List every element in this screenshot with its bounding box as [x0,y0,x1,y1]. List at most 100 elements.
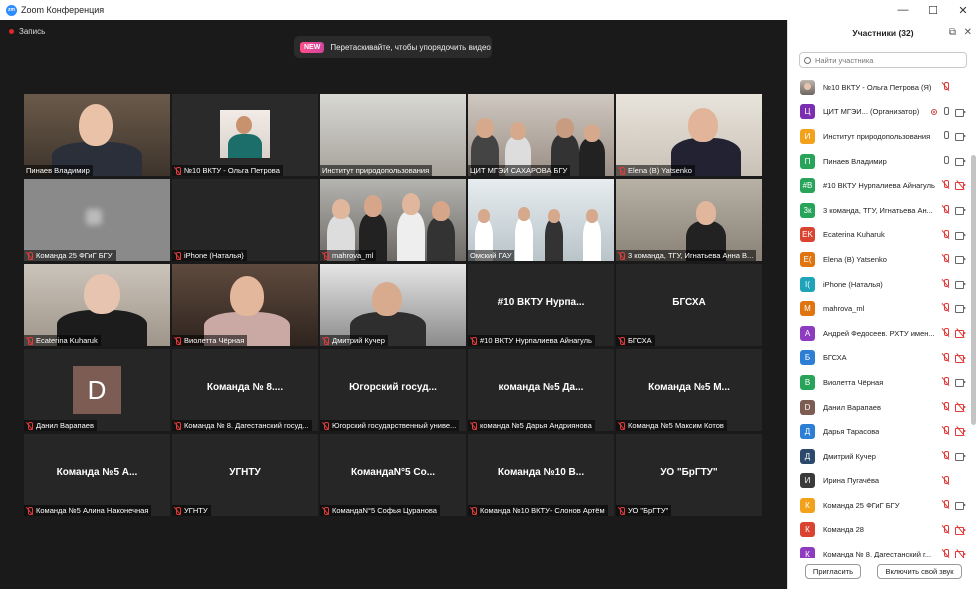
mic-muted-icon[interactable] [942,229,950,240]
video-tile[interactable]: Команда № 8.... Команда № 8. Дагестанский… [172,349,318,431]
mic-muted-icon[interactable] [942,82,950,92]
mic-muted-icon[interactable] [942,426,950,436]
participant-row[interactable]: I(iPhone (Наталья) [788,272,970,297]
video-tile[interactable]: mahrova_ml [320,179,466,261]
participant-row[interactable]: Mmahrova_ml [788,296,970,321]
participant-status-icons [942,475,966,486]
video-tile[interactable]: 3 команда, ТГУ, Игнатьева Анна В... [616,179,762,261]
video-tile[interactable]: УО "БрГТУ" УО "БрГТУ" [616,434,762,516]
video-tile[interactable]: Команда №5 М... Команда №5 Максим Котов [616,349,762,431]
popout-icon[interactable]: ⧉ [949,27,956,38]
camera-icon[interactable] [955,108,966,117]
mic-muted-icon[interactable] [942,327,950,338]
video-tile[interactable]: Омский ГАУ [468,179,614,261]
mic-muted-icon[interactable] [942,377,950,387]
camera-off-icon[interactable] [955,524,966,535]
video-tile[interactable]: Дмитрий Кучер [320,264,466,346]
mic-muted-icon[interactable] [942,500,950,510]
video-tile[interactable]: команда №5 Да... команда №5 Дарья Андриян… [468,349,614,431]
camera-icon[interactable] [955,501,966,511]
video-tile[interactable]: Ecaterina Kuharuk [24,264,170,346]
video-tile[interactable]: #10 ВКТУ Нурпа... #10 ВКТУ Нурпалиева Айн… [468,264,614,346]
participant-row[interactable]: 3к 3 команда, ТГУ, Игнатьева Ан... [788,198,970,223]
mic-muted-icon[interactable] [942,180,950,190]
close-icon[interactable]: ✕ [964,27,972,38]
mic-icon[interactable] [942,106,950,117]
mic-muted-icon[interactable] [942,278,950,289]
participant-row[interactable]: К Команда 28 [788,518,970,543]
camera-off-icon[interactable] [955,328,966,338]
participant-row[interactable]: Ц ЦИТ МГЭИ... (Организатор) [788,100,970,125]
camera-off-icon[interactable] [955,401,966,412]
video-tile[interactable]: iPhone (Наталья) [172,179,318,261]
mic-muted-icon[interactable] [942,254,950,264]
video-tile[interactable]: Elena (B) Yatsenko [616,94,762,176]
camera-icon[interactable] [955,132,966,142]
camera-icon[interactable] [955,206,966,215]
video-tile[interactable]: D Данил Варапаев [24,349,170,431]
camera-icon[interactable] [955,378,966,388]
participant-row[interactable]: И Институт природопользования [788,124,970,149]
participant-row[interactable]: Д Дарья Тарасова [788,419,970,444]
scrollbar-thumb[interactable] [971,155,976,425]
participant-row[interactable]: А Андрей Федосеев. РХТУ имен... [788,321,970,346]
video-tile[interactable]: БГСХА БГСХА [616,264,762,346]
mic-muted-icon [174,166,181,175]
tile-name-label: Дмитрий Кучер [320,335,388,346]
recording-indicator[interactable]: Запись [9,27,45,36]
video-tile[interactable]: Югорский госуд... Югорский государственны… [320,349,466,431]
participant-status-icons [942,500,966,511]
participant-status-icons [942,82,966,92]
tile-name-text: Elena (B) Yatsenko [628,166,692,175]
participant-row[interactable]: В Виолетта Чёрная [788,370,970,395]
participant-row[interactable]: Д Дмитрий Кучер [788,444,970,469]
unmute-self-button[interactable]: Включить свой звук [877,564,962,579]
participant-row[interactable]: К Команда 25 ФГиГ БГУ [788,493,970,518]
close-window-button[interactable]: ✕ [948,0,978,20]
camera-icon[interactable] [955,157,966,166]
mic-muted-icon[interactable] [942,475,950,486]
mic-muted-icon[interactable] [942,204,950,215]
participant-avatar: Д [800,424,815,440]
video-tile[interactable]: УГНТУ УГНТУ [172,434,318,516]
mic-icon[interactable] [942,155,950,166]
mic-muted-icon[interactable] [942,352,950,363]
mic-muted-icon[interactable] [942,303,950,313]
video-tile[interactable]: Институт природопользования [320,94,466,176]
participant-scrollbar[interactable] [971,75,976,558]
video-tile[interactable]: ЦИТ МГЭИ САХАРОВА БГУ [468,94,614,176]
camera-icon[interactable] [955,452,966,461]
camera-icon[interactable] [955,280,966,289]
mic-muted-icon[interactable] [942,450,950,461]
participant-row[interactable]: #В #10 ВКТУ Нурпалиева Айнагуль [788,173,970,198]
camera-icon[interactable] [955,231,966,240]
participant-row[interactable]: D Данил Варапаев [788,395,970,420]
video-tile[interactable]: Команда №5 А... Команда №5 Алина Наконечн… [24,434,170,516]
participant-row[interactable]: №10 ВКТУ - Ольга Петрова (Я) [788,75,970,100]
participant-display-name: Команда №5 М... [648,382,730,393]
recording-icon [931,108,937,115]
camera-off-icon[interactable] [955,426,966,437]
camera-off-icon[interactable] [955,180,966,191]
video-tile[interactable]: Виолетта Чёрная [172,264,318,346]
participant-row[interactable]: E(Elena (B) Yatsenko [788,247,970,272]
minimize-button[interactable]: — [888,0,918,20]
mic-icon[interactable] [942,131,950,141]
invite-button[interactable]: Пригласить [805,564,861,579]
camera-icon[interactable] [955,304,966,314]
video-tile[interactable]: Пинаев Владимир [24,94,170,176]
video-tile[interactable]: КомандаN°5 Со... КомандаN°5 Софья Цуранов… [320,434,466,516]
camera-off-icon[interactable] [955,352,966,363]
maximize-button[interactable]: ☐ [918,0,948,20]
camera-icon[interactable] [955,255,966,265]
participant-row[interactable]: И Ирина Пугачёва [788,469,970,494]
participant-row[interactable]: Б БГСХА [788,346,970,371]
search-input[interactable]: Найти участника [799,52,967,68]
video-tile[interactable]: Команда 25 ФГиГ БГУ [24,179,170,261]
mic-muted-icon[interactable] [942,401,950,412]
mic-muted-icon[interactable] [942,524,950,535]
participant-row[interactable]: П Пинаев Владимир [788,149,970,174]
video-tile[interactable]: №10 ВКТУ - Ольга Петрова [172,94,318,176]
video-tile[interactable]: Команда №10 В... Команда №10 ВКТУ- Слонов… [468,434,614,516]
participant-row[interactable]: EK Ecaterina Kuharuk [788,223,970,248]
